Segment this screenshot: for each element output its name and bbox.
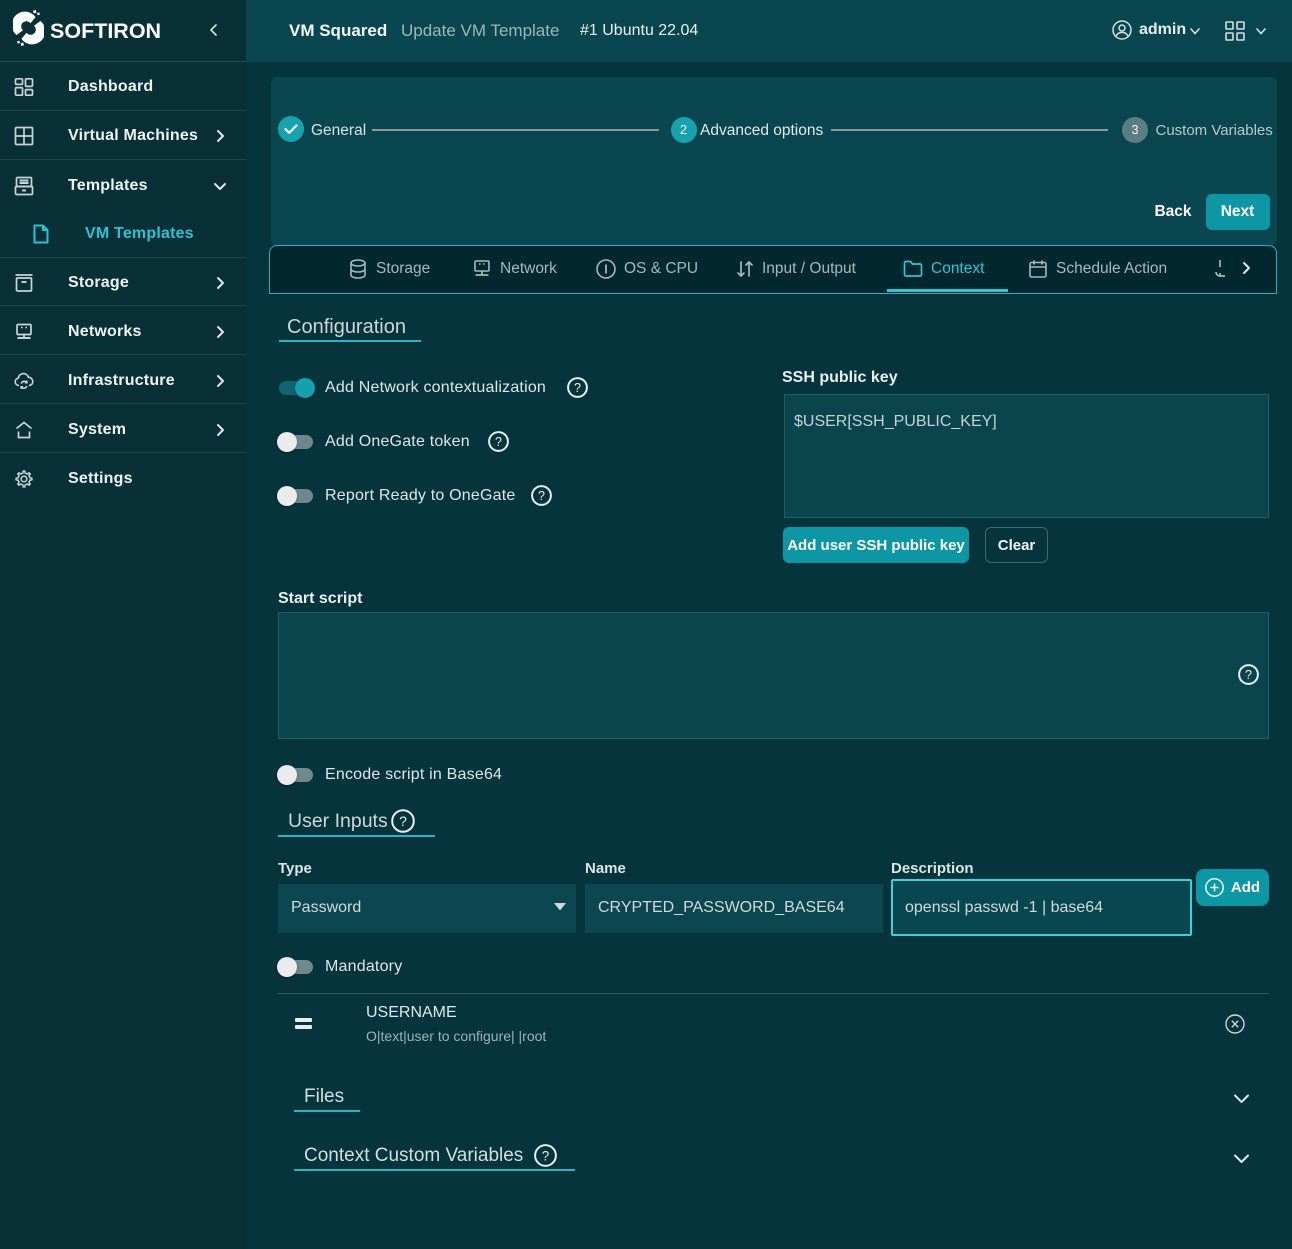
svg-text:?: ?	[399, 813, 407, 829]
svg-text:?: ?	[495, 435, 502, 449]
svg-text:?: ?	[538, 489, 545, 503]
svg-text:?: ?	[574, 381, 581, 395]
svg-text:?: ?	[542, 1148, 550, 1163]
svg-text:?: ?	[1245, 668, 1252, 682]
